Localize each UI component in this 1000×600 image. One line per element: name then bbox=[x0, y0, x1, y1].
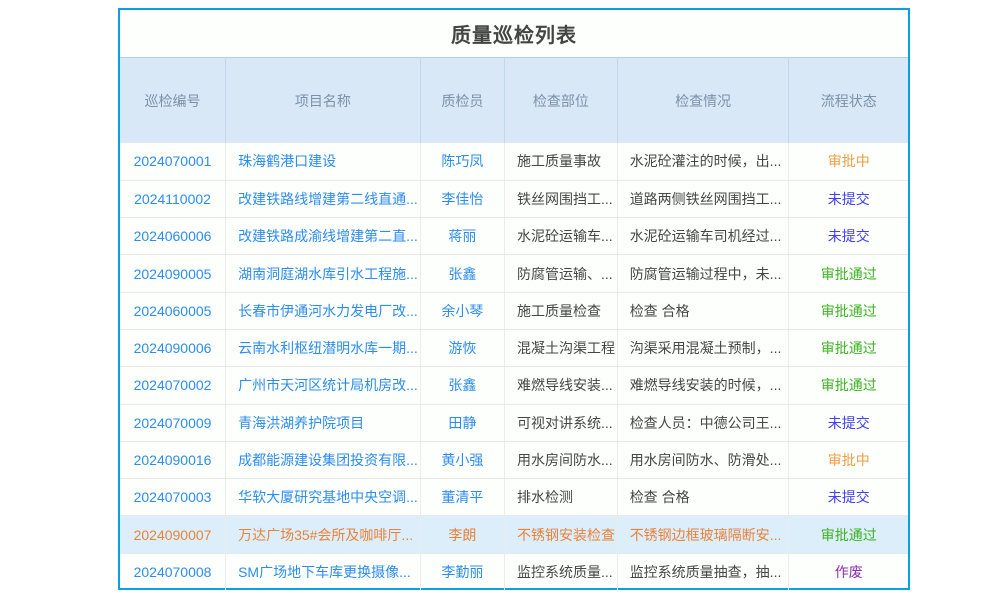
inspection-part-cell: 可视对讲系统... bbox=[505, 404, 618, 441]
status-badge: 审批通过 bbox=[789, 255, 908, 292]
inspection-part-cell: 排水检测 bbox=[505, 479, 618, 516]
inspection-id-cell: 2024070003 bbox=[120, 479, 226, 516]
inspection-part-cell: 铁丝网围挡工... bbox=[505, 180, 618, 217]
status-badge: 审批通过 bbox=[789, 516, 908, 553]
table-row[interactable]: 2024070003华软大厦研究基地中央空调...董清平排水检测检查 合格未提交 bbox=[120, 479, 908, 516]
status-badge: 未提交 bbox=[789, 218, 908, 255]
project-name-cell: 珠海鹤港口建设 bbox=[226, 143, 421, 180]
project-name-cell: SM广场地下车库更换摄像... bbox=[226, 553, 421, 590]
table-row[interactable]: 2024070001珠海鹤港口建设陈巧凤施工质量事故水泥砼灌注的时候，出...审… bbox=[120, 143, 908, 180]
status-badge: 作废 bbox=[789, 553, 908, 590]
inspector-cell: 黄小强 bbox=[420, 441, 504, 478]
inspection-situation-cell: 用水房间防水、防滑处... bbox=[617, 441, 789, 478]
status-badge: 审批通过 bbox=[789, 329, 908, 366]
table-row[interactable]: 2024110002改建铁路线增建第二线直通...李佳怡铁丝网围挡工...道路两… bbox=[120, 180, 908, 217]
project-name-cell: 长春市伊通河水力发电厂改... bbox=[226, 292, 421, 329]
inspection-id-cell: 2024070009 bbox=[120, 404, 226, 441]
project-name-cell: 青海洪湖养护院项目 bbox=[226, 404, 421, 441]
inspector-cell: 李佳怡 bbox=[420, 180, 504, 217]
column-header-inspection-part: 检查部位 bbox=[505, 58, 618, 144]
table-row[interactable]: 2024090006云南水利枢纽潜明水库一期...游恢混凝土沟渠工程沟渠采用混凝… bbox=[120, 329, 908, 366]
table-row[interactable]: 2024090016成都能源建设集团投资有限...黄小强用水房间防水...用水房… bbox=[120, 441, 908, 478]
inspector-cell: 蒋丽 bbox=[420, 218, 504, 255]
status-badge: 审批中 bbox=[789, 143, 908, 180]
inspector-cell: 张鑫 bbox=[420, 255, 504, 292]
column-header-process-status: 流程状态 bbox=[789, 58, 908, 144]
project-name-cell: 万达广场35#会所及咖啡厅... bbox=[226, 516, 421, 553]
project-name-cell: 改建铁路线增建第二线直通... bbox=[226, 180, 421, 217]
column-header-inspection-situation: 检查情况 bbox=[617, 58, 789, 144]
status-badge: 审批中 bbox=[789, 441, 908, 478]
inspection-table-body: 2024070001珠海鹤港口建设陈巧凤施工质量事故水泥砼灌注的时候，出...审… bbox=[120, 143, 908, 591]
project-name-cell: 广州市天河区统计局机房改... bbox=[226, 367, 421, 404]
inspector-cell: 李朗 bbox=[420, 516, 504, 553]
inspection-id-cell: 2024060005 bbox=[120, 292, 226, 329]
inspection-situation-cell: 防腐管运输过程中，未... bbox=[617, 255, 789, 292]
inspection-part-cell: 施工质量检查 bbox=[505, 292, 618, 329]
status-badge: 审批通过 bbox=[789, 292, 908, 329]
status-badge: 未提交 bbox=[789, 180, 908, 217]
inspection-id-cell: 2024090007 bbox=[120, 516, 226, 553]
inspector-cell: 张鑫 bbox=[420, 367, 504, 404]
inspection-situation-cell: 水泥砼灌注的时候，出... bbox=[617, 143, 789, 180]
column-header-project-name: 项目名称 bbox=[226, 58, 421, 144]
status-badge: 未提交 bbox=[789, 404, 908, 441]
project-name-cell: 华软大厦研究基地中央空调... bbox=[226, 479, 421, 516]
inspection-situation-cell: 难燃导线安装的时候，... bbox=[617, 367, 789, 404]
column-header-inspector: 质检员 bbox=[420, 58, 504, 144]
inspection-part-cell: 防腐管运输、... bbox=[505, 255, 618, 292]
table-row[interactable]: 2024070002广州市天河区统计局机房改...张鑫难燃导线安装...难燃导线… bbox=[120, 367, 908, 404]
inspection-part-cell: 不锈钢安装检查 bbox=[505, 516, 618, 553]
inspection-situation-cell: 沟渠采用混凝土预制，... bbox=[617, 329, 789, 366]
column-header-inspection-id: 巡检编号 bbox=[120, 58, 226, 144]
inspection-part-cell: 混凝土沟渠工程 bbox=[505, 329, 618, 366]
table-row[interactable]: 2024090005湖南洞庭湖水库引水工程施...张鑫防腐管运输、...防腐管运… bbox=[120, 255, 908, 292]
project-name-cell: 改建铁路成渝线增建第二直... bbox=[226, 218, 421, 255]
inspection-id-cell: 2024070002 bbox=[120, 367, 226, 404]
inspector-cell: 陈巧凤 bbox=[420, 143, 504, 180]
inspection-id-cell: 2024090006 bbox=[120, 329, 226, 366]
inspection-situation-cell: 检查 合格 bbox=[617, 292, 789, 329]
inspection-situation-cell: 水泥砼运输车司机经过... bbox=[617, 218, 789, 255]
inspection-part-cell: 监控系统质量... bbox=[505, 553, 618, 590]
inspection-id-cell: 2024070008 bbox=[120, 553, 226, 590]
inspection-situation-cell: 检查人员：中德公司王... bbox=[617, 404, 789, 441]
table-row[interactable]: 2024090007万达广场35#会所及咖啡厅...李朗不锈钢安装检查不锈钢边框… bbox=[120, 516, 908, 553]
inspection-id-cell: 2024090016 bbox=[120, 441, 226, 478]
project-name-cell: 云南水利枢纽潜明水库一期... bbox=[226, 329, 421, 366]
project-name-cell: 成都能源建设集团投资有限... bbox=[226, 441, 421, 478]
page-title: 质量巡检列表 bbox=[451, 19, 577, 48]
inspector-cell: 余小琴 bbox=[420, 292, 504, 329]
inspection-id-cell: 2024110002 bbox=[120, 180, 226, 217]
inspection-situation-cell: 监控系统质量抽查，抽... bbox=[617, 553, 789, 590]
table-row[interactable]: 2024060005长春市伊通河水力发电厂改...余小琴施工质量检查检查 合格审… bbox=[120, 292, 908, 329]
inspection-id-cell: 2024060006 bbox=[120, 218, 226, 255]
table-row[interactable]: 2024070008SM广场地下车库更换摄像...李勤丽监控系统质量...监控系… bbox=[120, 553, 908, 590]
inspection-id-cell: 2024090005 bbox=[120, 255, 226, 292]
inspection-part-cell: 施工质量事故 bbox=[505, 143, 618, 180]
inspection-situation-cell: 检查 合格 bbox=[617, 479, 789, 516]
panel-title-bar: 质量巡检列表 bbox=[120, 10, 908, 57]
status-badge: 未提交 bbox=[789, 479, 908, 516]
project-name-cell: 湖南洞庭湖水库引水工程施... bbox=[226, 255, 421, 292]
inspector-cell: 游恢 bbox=[420, 329, 504, 366]
quality-inspection-panel: 质量巡检列表 巡检编号 项目名称 质检员 检查部位 检查情况 流程状态 2024… bbox=[118, 8, 910, 590]
table-row[interactable]: 2024070009青海洪湖养护院项目田静可视对讲系统...检查人员：中德公司王… bbox=[120, 404, 908, 441]
inspector-cell: 田静 bbox=[420, 404, 504, 441]
inspection-part-cell: 用水房间防水... bbox=[505, 441, 618, 478]
inspection-part-cell: 水泥砼运输车... bbox=[505, 218, 618, 255]
table-row[interactable]: 2024060006改建铁路成渝线增建第二直...蒋丽水泥砼运输车...水泥砼运… bbox=[120, 218, 908, 255]
inspection-situation-cell: 道路两侧铁丝网围挡工... bbox=[617, 180, 789, 217]
inspection-situation-cell: 不锈钢边框玻璃隔断安... bbox=[617, 516, 789, 553]
inspector-cell: 董清平 bbox=[420, 479, 504, 516]
inspection-table-header: 巡检编号 项目名称 质检员 检查部位 检查情况 流程状态 bbox=[120, 58, 908, 144]
inspection-part-cell: 难燃导线安装... bbox=[505, 367, 618, 404]
inspection-id-cell: 2024070001 bbox=[120, 143, 226, 180]
inspection-table: 巡检编号 项目名称 质检员 检查部位 检查情况 流程状态 2024070001珠… bbox=[120, 57, 908, 591]
inspector-cell: 李勤丽 bbox=[420, 553, 504, 590]
status-badge: 审批通过 bbox=[789, 367, 908, 404]
